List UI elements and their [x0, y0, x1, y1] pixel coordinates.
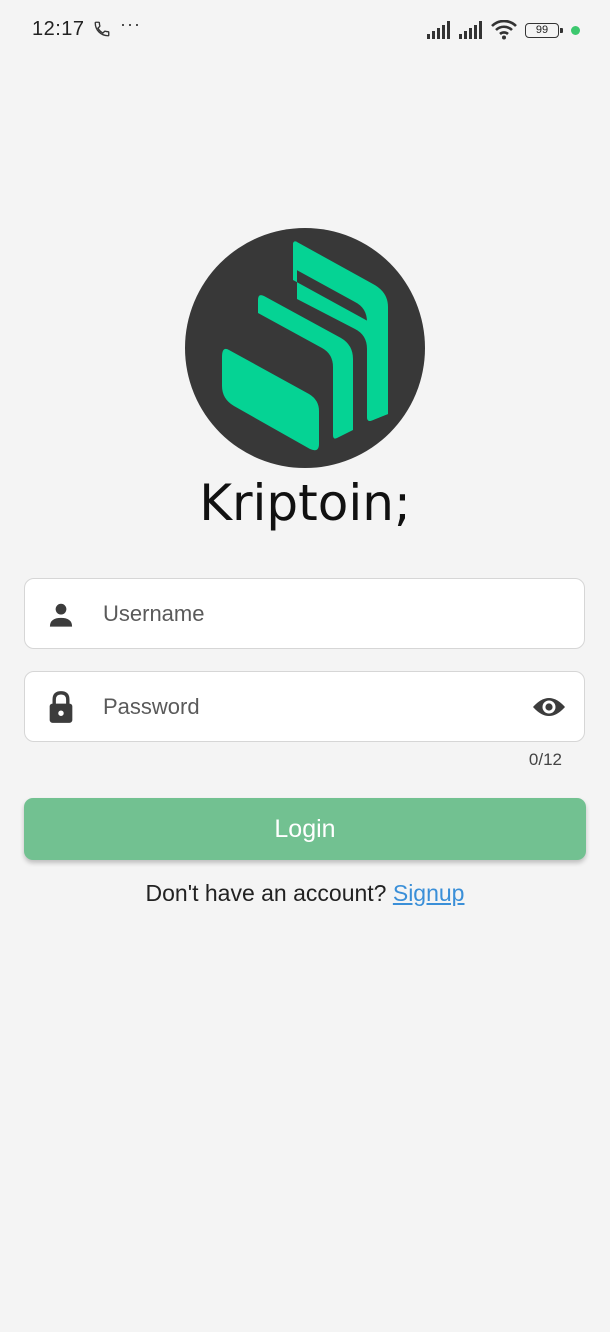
compound-logo-icon	[185, 228, 425, 468]
signup-prompt: Don't have an account?	[145, 880, 393, 906]
status-time: 12:17	[32, 18, 85, 40]
app-title: Kriptoin;	[199, 474, 411, 532]
signup-link[interactable]: Signup	[393, 880, 465, 906]
login-button[interactable]: Login	[24, 798, 586, 860]
password-input[interactable]	[103, 672, 523, 741]
status-icons: 99	[427, 18, 580, 42]
status-bar: 12:17 ··· 99	[0, 0, 610, 60]
wifi-icon	[491, 20, 517, 40]
signal-bars-icon	[427, 21, 450, 39]
status-dot	[571, 25, 580, 35]
login-screen: 12:17 ··· 99 Kriptoin; Username 0/12 Log…	[0, 0, 610, 1332]
signal-bars-icon	[459, 21, 482, 39]
lock-icon	[49, 691, 73, 723]
password-field[interactable]	[24, 671, 585, 742]
more-indicator: ···	[120, 14, 141, 34]
phone-icon	[94, 21, 110, 37]
battery-indicator: 99	[525, 22, 563, 38]
username-input[interactable]	[103, 579, 523, 648]
password-char-counter: 0/12	[528, 750, 562, 769]
eye-icon[interactable]	[532, 694, 566, 720]
signup-row: Don't have an account? Signup	[0, 880, 610, 907]
person-icon	[49, 603, 73, 627]
username-field[interactable]	[24, 578, 585, 649]
